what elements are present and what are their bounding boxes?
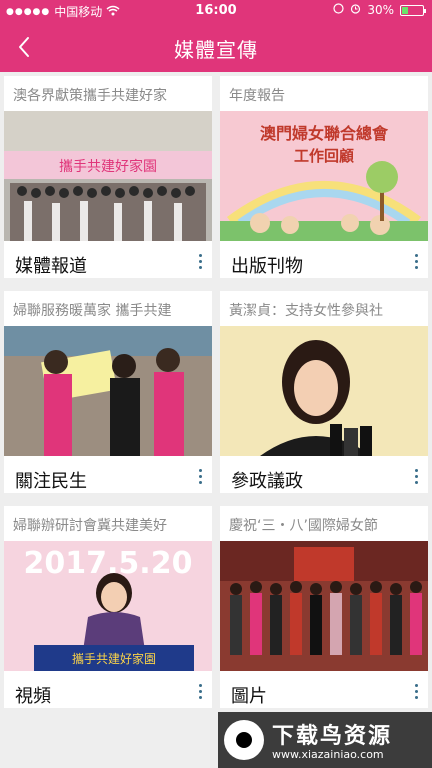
card-label: 圖片 xyxy=(231,686,267,707)
card-caption: 澳各界獻策攜手共建好家 xyxy=(13,88,167,104)
more-options-icon[interactable] xyxy=(196,469,204,487)
card-caption: 婦聯辦研討會冀共建美好 xyxy=(13,518,167,534)
card-livelihood[interactable]: 婦聯服務暖萬家 攜手共建 關注民生 xyxy=(4,291,212,493)
more-options-icon[interactable] xyxy=(412,254,420,272)
card-thumbnail[interactable]: 澳門婦女聯合總會 工作回顧 xyxy=(220,111,428,241)
card-caption: 婦聯服務暖萬家 攜手共建 xyxy=(13,303,172,319)
nav-bar: 媒體宣傳 xyxy=(0,22,432,72)
card-label: 出版刊物 xyxy=(231,256,303,277)
card-label: 關注民生 xyxy=(15,471,87,492)
banner-text: 攜手共建好家園 xyxy=(72,651,156,666)
card-caption: 慶祝‘三・八’國際婦女節 xyxy=(229,518,378,534)
watermark-title: 下载鸟资源 xyxy=(272,724,393,749)
page-title: 媒體宣傳 xyxy=(174,38,258,62)
card-caption: 黃潔貞：支持女性參與社 xyxy=(229,303,383,319)
rotation-lock-icon xyxy=(333,3,344,17)
banner-text: 攜手共建好家園 xyxy=(59,158,157,175)
more-options-icon[interactable] xyxy=(412,684,420,702)
card-label: 參政議政 xyxy=(231,471,303,492)
report-title: 澳門婦女聯合總會 xyxy=(260,124,389,143)
more-options-icon[interactable] xyxy=(412,469,420,487)
watermark-logo-icon xyxy=(224,720,264,760)
card-thumbnail[interactable] xyxy=(220,326,428,456)
card-politics[interactable]: 黃潔貞：支持女性參與社 參政議政 xyxy=(220,291,428,493)
more-options-icon[interactable] xyxy=(196,684,204,702)
card-videos[interactable]: 婦聯辦研討會冀共建美好 2017.5.20 攜手共建好家園 視頻 xyxy=(4,506,212,708)
report-subtitle: 工作回顧 xyxy=(294,147,354,165)
card-publications[interactable]: 年度報告 澳門婦女聯合總會 工作回顧 出版刊物 xyxy=(220,76,428,278)
card-thumbnail[interactable] xyxy=(4,326,212,456)
alarm-icon xyxy=(350,3,361,17)
card-label: 視頻 xyxy=(15,686,51,707)
battery-percent: 30% xyxy=(367,3,394,17)
card-caption: 年度報告 xyxy=(229,88,285,104)
watermark-url: www.xiazainiao.com xyxy=(272,748,384,761)
watermark: 下载鸟资源 www.xiazainiao.com xyxy=(218,712,432,768)
card-label: 媒體報道 xyxy=(15,256,87,277)
status-right: 30% xyxy=(333,3,426,17)
card-thumbnail[interactable]: 攜手共建好家園 xyxy=(4,111,212,241)
status-bar: ●●●●● 中国移动 16:00 30% xyxy=(0,0,432,22)
more-options-icon[interactable] xyxy=(196,254,204,272)
battery-icon xyxy=(400,4,426,16)
card-thumbnail[interactable] xyxy=(220,541,428,671)
card-thumbnail[interactable]: 2017.5.20 攜手共建好家園 xyxy=(4,541,212,671)
card-media-reports[interactable]: 澳各界獻策攜手共建好家 攜手共建好家園 媒體報道 xyxy=(4,76,212,278)
card-pictures[interactable]: 慶祝‘三・八’國際婦女節 圖片 xyxy=(220,506,428,708)
